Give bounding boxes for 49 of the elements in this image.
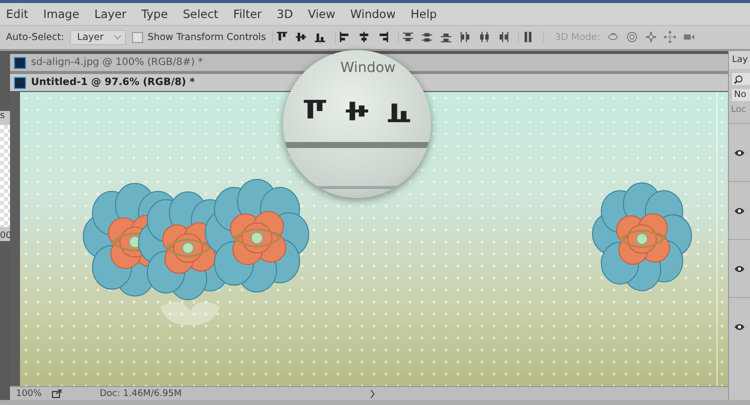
auto-select-label: Auto-Select:: [6, 32, 64, 43]
menu-item[interactable]: View: [302, 6, 344, 21]
align-left-icon[interactable]: [338, 31, 351, 44]
search-icon[interactable]: [734, 74, 743, 84]
roll-icon[interactable]: [626, 31, 638, 44]
align-middle-icon[interactable]: [294, 31, 307, 44]
document-tab-title[interactable]: Untitled-1 @ 97.6% (RGB/8) *: [31, 77, 195, 88]
slide-icon[interactable]: [664, 31, 676, 44]
distribute-middle-icon[interactable]: [420, 31, 433, 44]
zoom-level[interactable]: 100%: [16, 388, 42, 399]
align-bottom-icon[interactable]: [314, 31, 326, 44]
butterfly-drawing: [160, 302, 220, 326]
eye-icon[interactable]: [734, 206, 745, 215]
menu-item[interactable]: 3D: [270, 6, 302, 21]
chevron-right-icon[interactable]: [370, 390, 375, 398]
align-center-icon[interactable]: [358, 31, 370, 44]
distribute-center-icon[interactable]: [478, 31, 490, 44]
auto-align-icon[interactable]: [522, 31, 534, 44]
eye-icon[interactable]: [734, 322, 745, 331]
layer-dropdown[interactable]: Layer: [70, 30, 126, 45]
menu-item[interactable]: Select: [176, 6, 228, 21]
distribute-top-icon[interactable]: [402, 31, 414, 44]
checkbox[interactable]: [132, 32, 143, 43]
menu-item[interactable]: Filter: [227, 6, 271, 21]
menu-item[interactable]: Layer: [88, 6, 136, 21]
checkbox-label: Show Transform Controls: [148, 32, 266, 43]
app-logo-icon: [14, 56, 26, 69]
distribute-bottom-icon[interactable]: [440, 31, 452, 44]
eye-icon[interactable]: [734, 148, 745, 157]
menu-item[interactable]: Edit: [0, 6, 38, 21]
app-logo-icon: [14, 76, 26, 89]
drag-icon[interactable]: [645, 31, 658, 44]
distribute-left-icon[interactable]: [458, 31, 471, 44]
document-tab-title[interactable]: sd-align-4.jpg @ 100% (RGB/8#) *: [31, 57, 203, 68]
eye-icon[interactable]: [734, 264, 745, 273]
document-size: Doc: 1.46M/6.95M: [100, 388, 183, 399]
distribute-right-icon[interactable]: [496, 31, 509, 44]
panel-label: s: [0, 111, 6, 122]
menu-item[interactable]: Image: [37, 6, 88, 21]
magnified-menu-label: Window: [340, 60, 396, 76]
align-right-icon[interactable]: [376, 31, 389, 44]
menu-item[interactable]: Window: [344, 6, 405, 21]
filter-dropdown[interactable]: No: [732, 89, 750, 102]
share-icon[interactable]: [52, 389, 62, 398]
menu-item[interactable]: Help: [404, 6, 446, 21]
layers-tab[interactable]: Lay: [729, 51, 750, 70]
lock-label: Loc: [730, 104, 748, 118]
menu-item[interactable]: Type: [135, 6, 177, 21]
align-top-icon[interactable]: [276, 31, 288, 44]
